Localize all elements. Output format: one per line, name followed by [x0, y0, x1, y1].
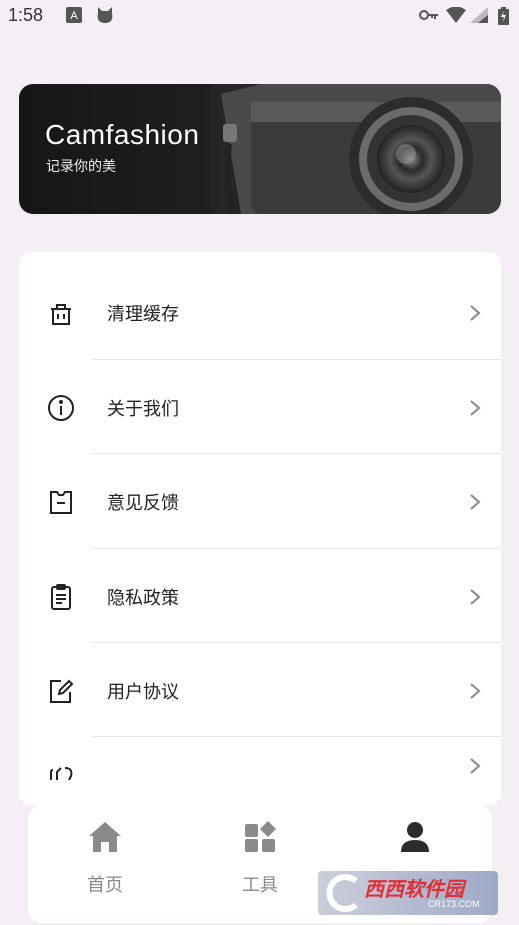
signal-icon [470, 7, 488, 27]
status-time: 1:58 [8, 5, 44, 25]
chevron-right-icon [469, 398, 481, 418]
menu-item-about[interactable]: 关于我们 [19, 360, 501, 454]
info-icon [47, 394, 75, 422]
menu-item-partial[interactable] [19, 718, 501, 805]
watermark-text: 西西软件园 [364, 877, 464, 901]
edit-icon [47, 677, 75, 705]
battery-icon [498, 7, 509, 29]
watermark-logo-icon [326, 874, 358, 912]
menu-item-feedback[interactable]: 意见反馈 [19, 454, 501, 548]
banner-title: Camfashion [45, 119, 200, 150]
nav-tools[interactable]: 工具 [200, 805, 320, 923]
chevron-right-icon [469, 681, 481, 701]
trash-icon [47, 299, 75, 327]
banner-subtitle: 记录你的美 [46, 159, 116, 175]
menu-item-label: 用户协议 [107, 682, 179, 703]
tools-icon [245, 821, 276, 852]
person-icon [401, 822, 429, 852]
menu-item-label: 隐私政策 [107, 588, 179, 609]
chevron-right-icon [469, 492, 481, 512]
app-banner: Camfashion 记录你的美 [19, 84, 501, 214]
svg-text:A: A [70, 10, 78, 22]
home-icon [89, 822, 121, 852]
wifi-icon [446, 6, 466, 27]
feedback-icon [47, 488, 75, 516]
camera-illustration [211, 84, 501, 214]
a-notification-icon: A [66, 7, 82, 27]
cat-notification-icon [96, 7, 114, 27]
chevron-right-icon [469, 587, 481, 607]
menu-item-clear-cache[interactable]: 清理缓存 [19, 265, 501, 359]
menu-item-label: 清理缓存 [107, 304, 179, 325]
nav-home[interactable]: 首页 [45, 805, 165, 923]
watermark-url: CR173.COM [428, 899, 480, 909]
chevron-right-icon [469, 756, 481, 776]
nav-label-home: 首页 [87, 875, 123, 896]
menu-item-privacy-policy[interactable]: 隐私政策 [19, 549, 501, 643]
menu-item-label: 意见反馈 [107, 493, 179, 514]
key-icon [419, 7, 439, 26]
site-watermark: 西西软件园 CR173.COM [318, 871, 498, 915]
partial-icon [47, 752, 75, 781]
status-bar: 1:58 A [0, 0, 519, 32]
chevron-right-icon [469, 303, 481, 323]
menu-item-label: 关于我们 [107, 399, 179, 420]
nav-label-tools: 工具 [242, 875, 278, 896]
clipboard-icon [47, 583, 75, 611]
settings-menu: 清理缓存 关于我们 意见反馈 隐私政策 用户协议 [19, 252, 501, 805]
